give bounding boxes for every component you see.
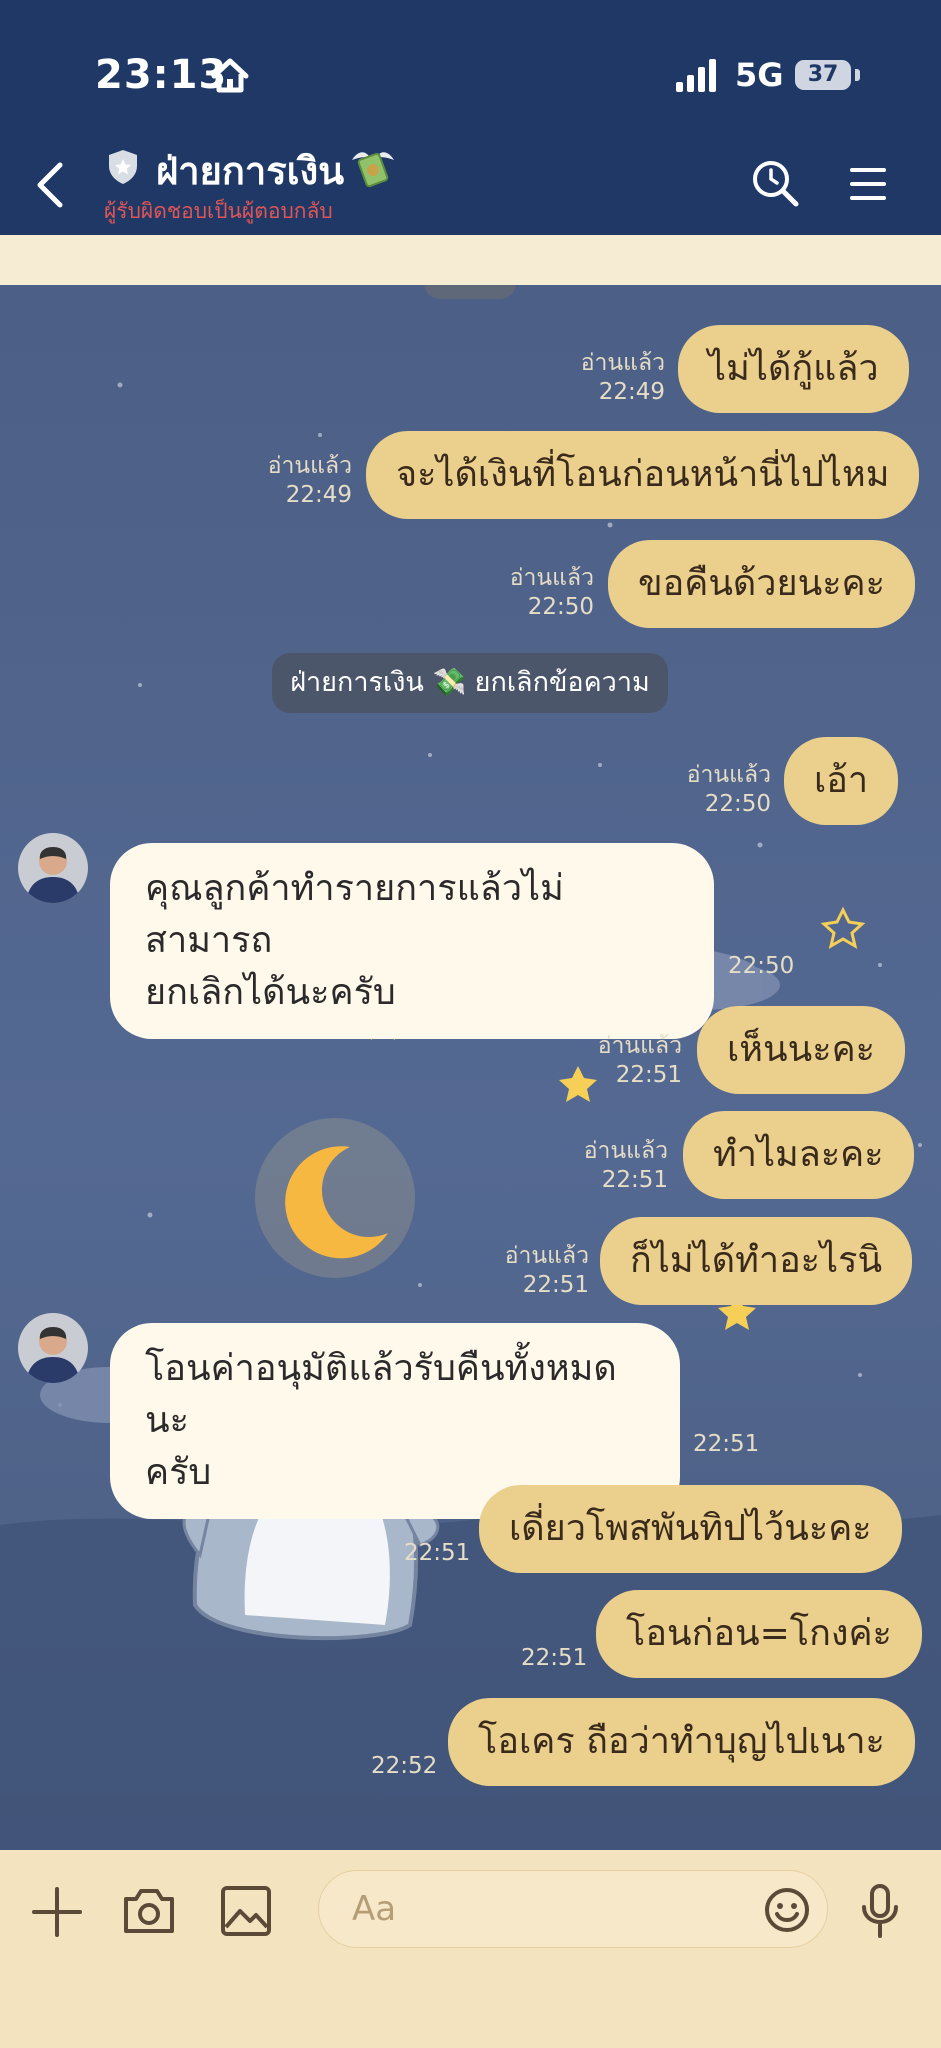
chat-background: วันนี้ อ่านแล้ว 22:49 ไม่ได้กู้แล้ว อ่าน… — [0, 285, 941, 1850]
emoji-icon[interactable] — [764, 1887, 810, 1933]
message-meta: อ่านแล้ว 22:49 — [581, 349, 665, 407]
outgoing-message[interactable]: ขอคืนด้วยนะคะ — [608, 540, 915, 628]
battery-tip — [855, 69, 860, 81]
read-receipt: อ่านแล้ว — [509, 565, 594, 591]
message-time: 22:51 — [522, 1272, 589, 1298]
message-input[interactable]: Aa — [318, 1870, 828, 1948]
message-meta: อ่านแล้ว 22:51 — [505, 1242, 589, 1300]
outgoing-message[interactable]: โอเคร ถือว่าทำบุญไปเนาะ — [448, 1698, 915, 1786]
message-time: 22:50 — [704, 791, 771, 817]
person-icon — [26, 847, 80, 903]
message-time: 22:51 — [404, 1540, 471, 1566]
message-meta: อ่านแล้ว 22:49 — [268, 452, 352, 510]
outgoing-message[interactable]: โอนก่อน=โกงค่ะ — [596, 1590, 922, 1678]
network-type: 5G — [735, 56, 784, 94]
announcement-strip — [0, 235, 941, 287]
search-icon[interactable] — [750, 158, 800, 208]
money-icon — [352, 152, 394, 188]
message-time: 22:49 — [285, 482, 352, 508]
message-time: 22:50 — [527, 594, 594, 620]
message-line: คุณลูกค้าทำรายการแล้วไม่สามารถ — [145, 868, 564, 961]
message-time: 22:49 — [598, 379, 665, 405]
message-meta: อ่านแล้ว 22:51 — [598, 1032, 682, 1090]
message-meta: อ่านแล้ว 22:50 — [510, 564, 594, 622]
date-separator: วันนี้ — [424, 285, 516, 299]
message-meta: อ่านแล้ว 22:50 — [687, 761, 771, 819]
chat-title[interactable]: ฝ่ายการเงิน — [156, 140, 344, 201]
outgoing-message[interactable]: จะได้เงินที่โอนก่อนหน้านี่ไปไหม — [366, 431, 920, 519]
menu-icon[interactable] — [848, 164, 888, 204]
chat-header: ฝ่ายการเงิน ผู้รับผิดชอบเป็นผู้ตอบกลับ — [0, 130, 941, 235]
outgoing-message[interactable]: เดี่ยวโพสพันทิปไว้นะคะ — [479, 1485, 902, 1573]
input-bar: Aa — [0, 1850, 941, 2048]
incoming-message[interactable]: คุณลูกค้าทำรายการแล้วไม่สามารถ ยกเลิกได้… — [110, 843, 714, 1039]
plus-icon[interactable] — [32, 1887, 82, 1937]
unsent-notice: ฝ่ายการเงิน 💸 ยกเลิกข้อความ — [272, 653, 668, 713]
shield-icon — [109, 150, 137, 184]
outgoing-message[interactable]: เอ้า — [784, 737, 899, 825]
message-time: 22:51 — [693, 1431, 760, 1457]
battery-indicator: 37 — [795, 60, 851, 90]
signal-icon — [676, 59, 716, 92]
message-time: 22:51 — [521, 1645, 588, 1671]
home-icon — [211, 58, 249, 93]
status-bar: 23:13 5G 37 — [0, 0, 941, 130]
outgoing-message[interactable]: ทำไมละคะ — [683, 1111, 914, 1199]
read-receipt: อ่านแล้ว — [597, 1033, 682, 1059]
message-time: 22:52 — [371, 1753, 438, 1779]
back-icon[interactable] — [30, 160, 70, 210]
input-placeholder: Aa — [352, 1889, 397, 1929]
read-receipt: อ่านแล้ว — [504, 1243, 589, 1269]
message-line: โอนค่าอนุมัติแล้วรับคืนทั้งหมดนะ — [145, 1348, 617, 1441]
chat-subtitle: ผู้รับผิดชอบเป็นผู้ตอบกลับ — [104, 199, 333, 223]
mic-icon[interactable] — [860, 1883, 900, 1939]
read-receipt: อ่านแล้ว — [580, 350, 665, 376]
outgoing-message[interactable]: ไม่ได้กู้แล้ว — [678, 325, 909, 413]
read-receipt: อ่านแล้ว — [686, 762, 771, 788]
status-time: 23:13 — [95, 52, 228, 98]
outgoing-message[interactable]: เห็นนะคะ — [697, 1006, 906, 1094]
read-receipt: อ่านแล้ว — [583, 1138, 668, 1164]
message-time: 22:51 — [601, 1167, 668, 1193]
person-icon — [26, 1327, 80, 1383]
message-meta: อ่านแล้ว 22:51 — [584, 1137, 668, 1195]
message-time: 22:51 — [615, 1062, 682, 1088]
outgoing-message[interactable]: ก็ไม่ได้ทำอะไรนิ — [600, 1217, 913, 1305]
message-line: ยกเลิกได้นะครับ — [145, 972, 396, 1013]
avatar[interactable] — [18, 833, 88, 903]
camera-icon[interactable] — [122, 1885, 176, 1937]
image-icon[interactable] — [220, 1885, 272, 1937]
read-receipt: อ่านแล้ว — [267, 453, 352, 479]
message-time: 22:50 — [728, 953, 795, 979]
avatar[interactable] — [18, 1313, 88, 1383]
